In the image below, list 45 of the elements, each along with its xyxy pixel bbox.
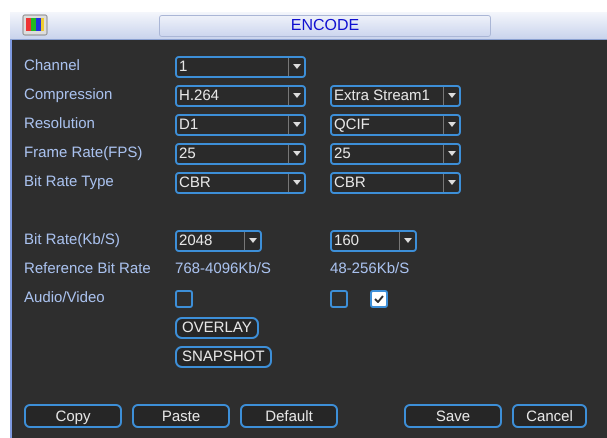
dropdown[interactable]: D1 — [175, 114, 306, 136]
button[interactable]: Paste — [132, 404, 230, 428]
reference-text: 768-4096Kb/S — [175, 259, 271, 280]
caret-icon — [292, 122, 300, 127]
dropdown[interactable]: CBR — [330, 172, 461, 194]
checkbox[interactable] — [175, 290, 193, 308]
dropdown[interactable]: Extra Stream1 — [330, 84, 461, 106]
reference-text: 48-256Kb/S — [330, 259, 410, 280]
field-label: Bit Rate(Kb/S) — [24, 230, 121, 250]
dropdown[interactable]: 25 — [175, 142, 306, 164]
caret-icon — [292, 180, 300, 185]
snapshot-button[interactable]: SNAPSHOT — [175, 346, 272, 368]
field-label: Reference Bit Rate — [24, 259, 152, 280]
caret-icon — [292, 93, 300, 98]
caret-icon — [448, 122, 456, 127]
button[interactable]: Default — [240, 404, 338, 428]
button[interactable]: Save — [404, 404, 502, 428]
dropdown[interactable]: H.264 — [175, 84, 306, 106]
field-label: Bit Rate Type — [24, 172, 115, 192]
caret-icon — [292, 64, 300, 69]
field-label: Audio/Video — [24, 288, 106, 308]
check-icon — [374, 294, 384, 302]
field-label: Frame Rate(FPS) — [24, 143, 144, 164]
button[interactable]: Cancel — [512, 404, 587, 428]
dropdown[interactable]: CBR — [175, 172, 306, 194]
dropdown[interactable]: 160 — [330, 230, 417, 252]
caret-icon — [292, 151, 300, 156]
dropdown[interactable]: 1 — [175, 56, 306, 78]
field-label: Channel — [24, 56, 81, 76]
checkbox[interactable] — [330, 290, 348, 308]
checkbox[interactable] — [370, 290, 388, 308]
field-label: Compression — [24, 85, 114, 106]
monitor-icon — [22, 14, 48, 38]
caret-icon — [448, 151, 456, 156]
dropdown[interactable]: 2048 — [175, 230, 262, 252]
dropdown[interactable]: QCIF — [330, 114, 461, 136]
window-title: ENCODE — [159, 14, 491, 36]
dropdown[interactable]: 25 — [330, 142, 461, 164]
button[interactable]: Copy — [24, 404, 122, 428]
overlay-button[interactable]: OVERLAY — [175, 317, 259, 339]
caret-icon — [404, 238, 412, 243]
caret-icon — [448, 93, 456, 98]
caret-icon — [248, 238, 256, 243]
caret-icon — [448, 180, 456, 185]
field-label: Resolution — [24, 114, 96, 134]
